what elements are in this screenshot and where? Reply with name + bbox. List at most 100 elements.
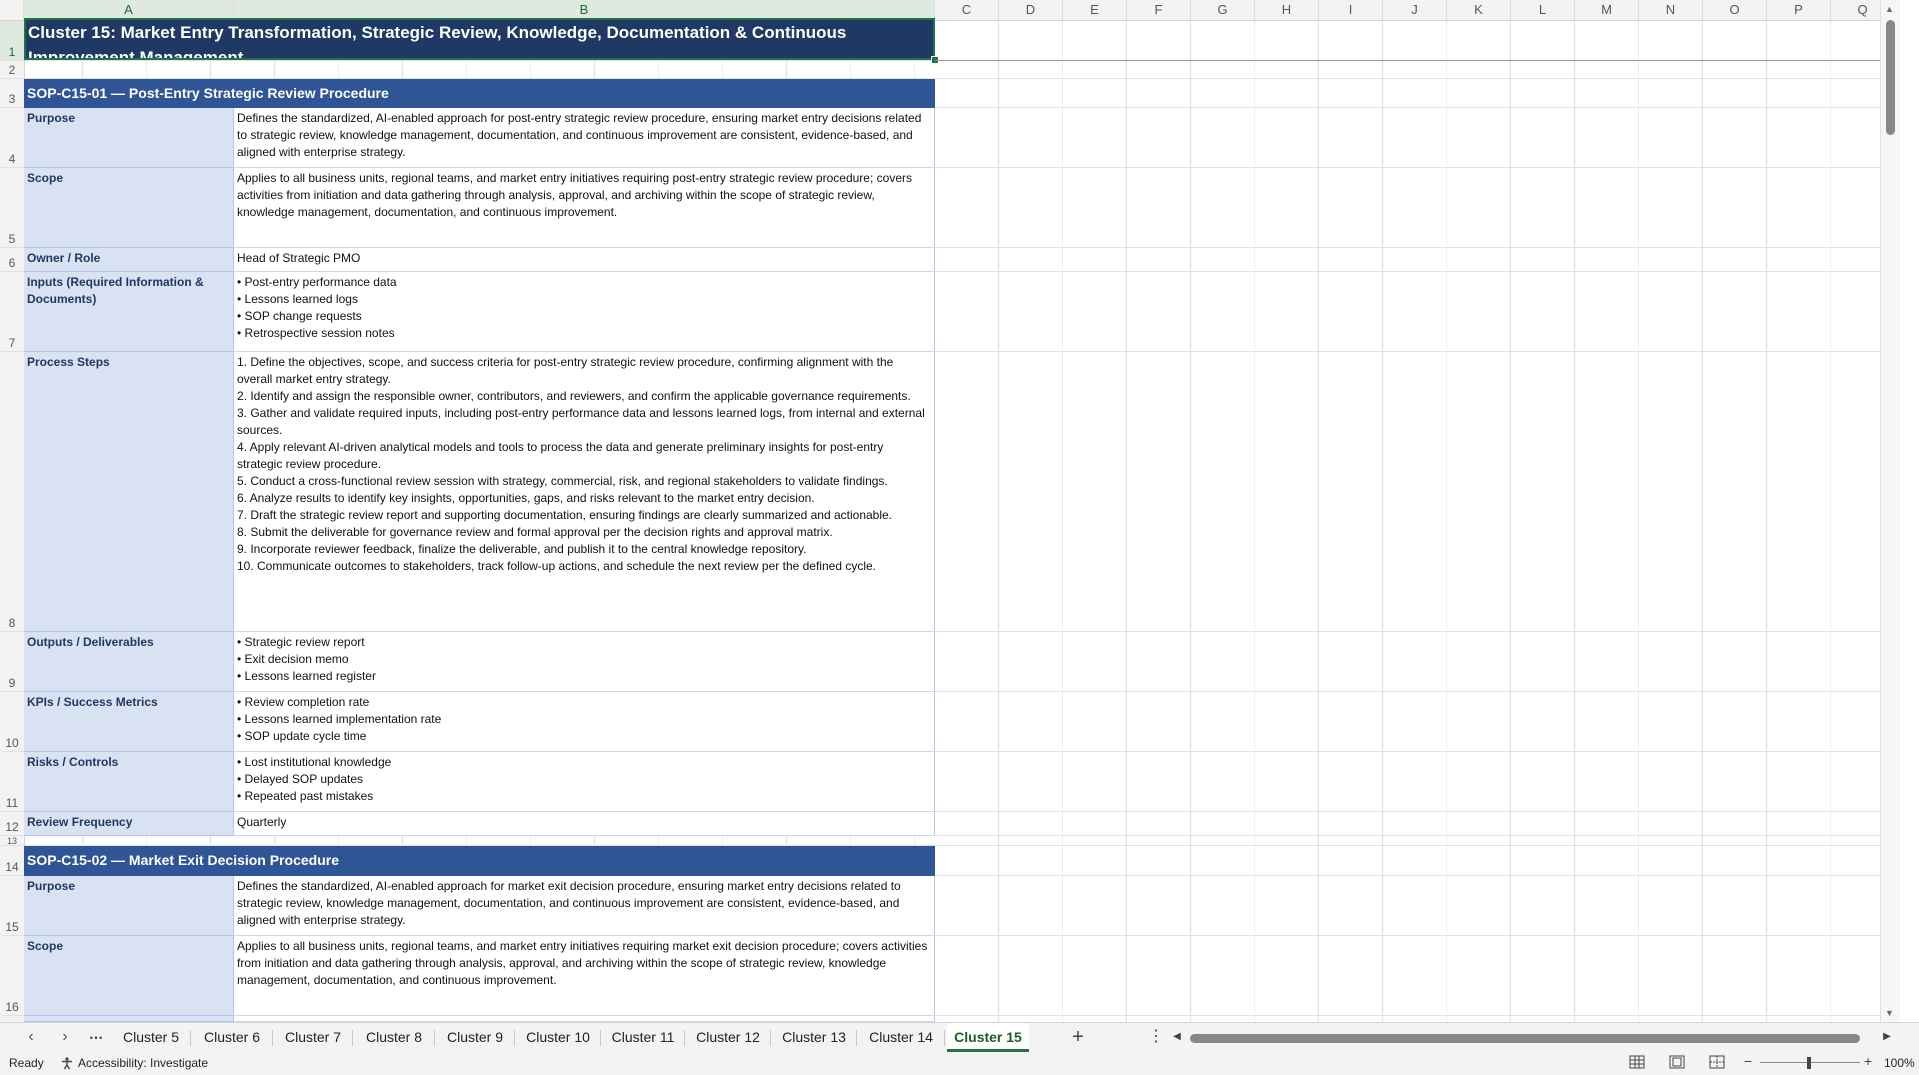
tab-scroll-right-icon[interactable]: › (56, 1023, 74, 1051)
inputs-label-cell[interactable]: Inputs (Required Information & Documents… (24, 272, 234, 352)
row-header-3[interactable]: 3 (0, 79, 24, 108)
column-header-f[interactable]: F (1127, 0, 1191, 20)
purpose-value-cell[interactable]: Defines the standardized, AI-enabled app… (234, 876, 935, 936)
column-header-b[interactable]: B (234, 0, 935, 20)
column-header-j[interactable]: J (1383, 0, 1447, 20)
zoom-slider-thumb[interactable] (1807, 1057, 1811, 1069)
process-steps-label-cell[interactable]: Process Steps (24, 352, 234, 632)
owner-label-cell[interactable]: Owner / Role (24, 248, 234, 272)
column-header-m[interactable]: M (1575, 0, 1639, 20)
column-header-h[interactable]: H (1255, 0, 1319, 20)
tab-cluster-8[interactable]: Cluster 8 (355, 1023, 433, 1051)
column-header-c[interactable]: C (935, 0, 999, 20)
kpis-label-cell[interactable]: KPIs / Success Metrics (24, 692, 234, 752)
inputs-value-cell[interactable]: • Post-entry performance data • Lessons … (234, 272, 935, 352)
accessibility-icon[interactable] (60, 1056, 74, 1073)
purpose-label-cell[interactable]: Purpose (24, 108, 234, 168)
accessibility-status[interactable]: Accessibility: Investigate (78, 1056, 208, 1070)
tab-cluster-6[interactable]: Cluster 6 (193, 1023, 271, 1051)
tab-cluster-11[interactable]: Cluster 11 (603, 1023, 683, 1051)
tab-cluster-14[interactable]: Cluster 14 (859, 1023, 943, 1051)
row-header-7[interactable]: 7 (0, 272, 24, 352)
status-bar: Ready Accessibility: Investigate − + 100… (0, 1052, 1919, 1075)
scroll-up-icon[interactable]: ▲ (1885, 4, 1894, 14)
tab-cluster-7[interactable]: Cluster 7 (275, 1023, 351, 1051)
risks-label-cell[interactable]: Risks / Controls (24, 752, 234, 812)
tab-scroll-left-icon[interactable]: ‹ (22, 1023, 40, 1051)
row-13 (24, 836, 1900, 846)
row-header-16[interactable]: 16 (0, 936, 24, 1016)
row-header-10[interactable]: 10 (0, 692, 24, 752)
row-header-4[interactable]: 4 (0, 108, 24, 168)
scope-label-cell[interactable]: Scope (24, 168, 234, 248)
hscroll-left-icon[interactable]: ◀ (1170, 1023, 1184, 1051)
zoom-level[interactable]: 100% (1884, 1056, 1915, 1070)
outputs-label-cell[interactable]: Outputs / Deliverables (24, 632, 234, 692)
owner-value-cell[interactable]: Head of Strategic PMO (234, 248, 935, 272)
review-frequency-label-cell[interactable]: Review Frequency (24, 812, 234, 836)
hscroll-right-icon[interactable]: ▶ (1880, 1023, 1894, 1051)
row-header-15[interactable]: 15 (0, 876, 24, 936)
purpose-label-cell[interactable]: Purpose (24, 876, 234, 936)
vertical-scroll-thumb[interactable] (1886, 20, 1895, 135)
scroll-down-icon[interactable]: ▼ (1885, 1008, 1894, 1018)
column-header-d[interactable]: D (999, 0, 1063, 20)
scope-label-cell[interactable]: Scope (24, 936, 234, 1016)
row-header-8[interactable]: 8 (0, 352, 24, 632)
risks-value-cell[interactable]: • Lost institutional knowledge • Delayed… (234, 752, 935, 812)
horizontal-scroll-thumb[interactable] (1190, 1034, 1860, 1043)
tab-cluster-13[interactable]: Cluster 13 (773, 1023, 855, 1051)
spreadsheet-grid[interactable]: A B C D E F G H I J K L M N O P Q 1 2 3 … (0, 0, 1900, 1022)
column-header-o[interactable]: O (1703, 0, 1767, 20)
page-layout-view-icon[interactable] (1669, 1055, 1685, 1072)
zoom-out-icon[interactable]: − (1744, 1053, 1752, 1069)
column-header-e[interactable]: E (1063, 0, 1127, 20)
row-2 (24, 61, 1900, 79)
more-tabs-icon[interactable]: ⋯ (86, 1023, 106, 1051)
scope-value-cell[interactable]: Applies to all business units, regional … (234, 168, 935, 248)
row-header-14[interactable]: 14 (0, 846, 24, 876)
horizontal-scrollbar[interactable] (1190, 1033, 1860, 1043)
row-header-2[interactable]: 2 (0, 61, 24, 79)
tab-divider (600, 1030, 601, 1046)
tab-divider (434, 1030, 435, 1046)
tab-divider (770, 1030, 771, 1046)
tab-cluster-12[interactable]: Cluster 12 (687, 1023, 769, 1051)
vertical-scrollbar[interactable]: ▲ ▼ (1880, 0, 1900, 1022)
sop-header-cell[interactable]: SOP-C15-01 — Post-Entry Strategic Review… (24, 79, 935, 108)
row-header-12[interactable]: 12 (0, 812, 24, 836)
outputs-value-cell[interactable]: • Strategic review report • Exit decisio… (234, 632, 935, 692)
column-header-n[interactable]: N (1639, 0, 1703, 20)
column-header-p[interactable]: P (1767, 0, 1831, 20)
tab-cluster-9[interactable]: Cluster 9 (437, 1023, 513, 1051)
sheet-tab-bar: ‹ › ⋯ Cluster 5 Cluster 6 Cluster 7 Clus… (0, 1022, 1919, 1053)
purpose-value-cell[interactable]: Defines the standardized, AI-enabled app… (234, 108, 935, 168)
kpis-value-cell[interactable]: • Review completion rate • Lessons learn… (234, 692, 935, 752)
tab-cluster-10[interactable]: Cluster 10 (517, 1023, 599, 1051)
row-header-6[interactable]: 6 (0, 248, 24, 272)
review-frequency-value-cell[interactable]: Quarterly (234, 812, 935, 836)
column-header-k[interactable]: K (1447, 0, 1511, 20)
row-header-5[interactable]: 5 (0, 168, 24, 248)
row-header-11[interactable]: 11 (0, 752, 24, 812)
tab-cluster-5[interactable]: Cluster 5 (113, 1023, 189, 1051)
page-break-view-icon[interactable] (1709, 1055, 1725, 1072)
row-header-1[interactable]: 1 (0, 21, 24, 61)
select-all-corner[interactable] (0, 0, 24, 20)
zoom-in-icon[interactable]: + (1864, 1053, 1872, 1069)
process-steps-value-cell[interactable]: 1. Define the objectives, scope, and suc… (234, 352, 935, 632)
column-header-a[interactable]: A (24, 0, 234, 20)
add-sheet-icon[interactable]: + (1068, 1023, 1088, 1051)
ready-status: Ready (9, 1056, 44, 1070)
row-header-9[interactable]: 9 (0, 632, 24, 692)
column-header-l[interactable]: L (1511, 0, 1575, 20)
column-header-g[interactable]: G (1191, 0, 1255, 20)
tab-options-icon[interactable]: ⋮ (1148, 1023, 1164, 1051)
cluster-title-cell[interactable]: Cluster 15: Market Entry Transformation,… (24, 18, 935, 60)
column-header-i[interactable]: I (1319, 0, 1383, 20)
scope-value-cell[interactable]: Applies to all business units, regional … (234, 936, 935, 1016)
normal-view-icon[interactable] (1629, 1055, 1645, 1072)
tab-cluster-15[interactable]: Cluster 15 (947, 1023, 1029, 1052)
row-header-13[interactable]: 13 (0, 836, 24, 846)
sop-header-cell[interactable]: SOP-C15-02 — Market Exit Decision Proced… (24, 846, 935, 876)
